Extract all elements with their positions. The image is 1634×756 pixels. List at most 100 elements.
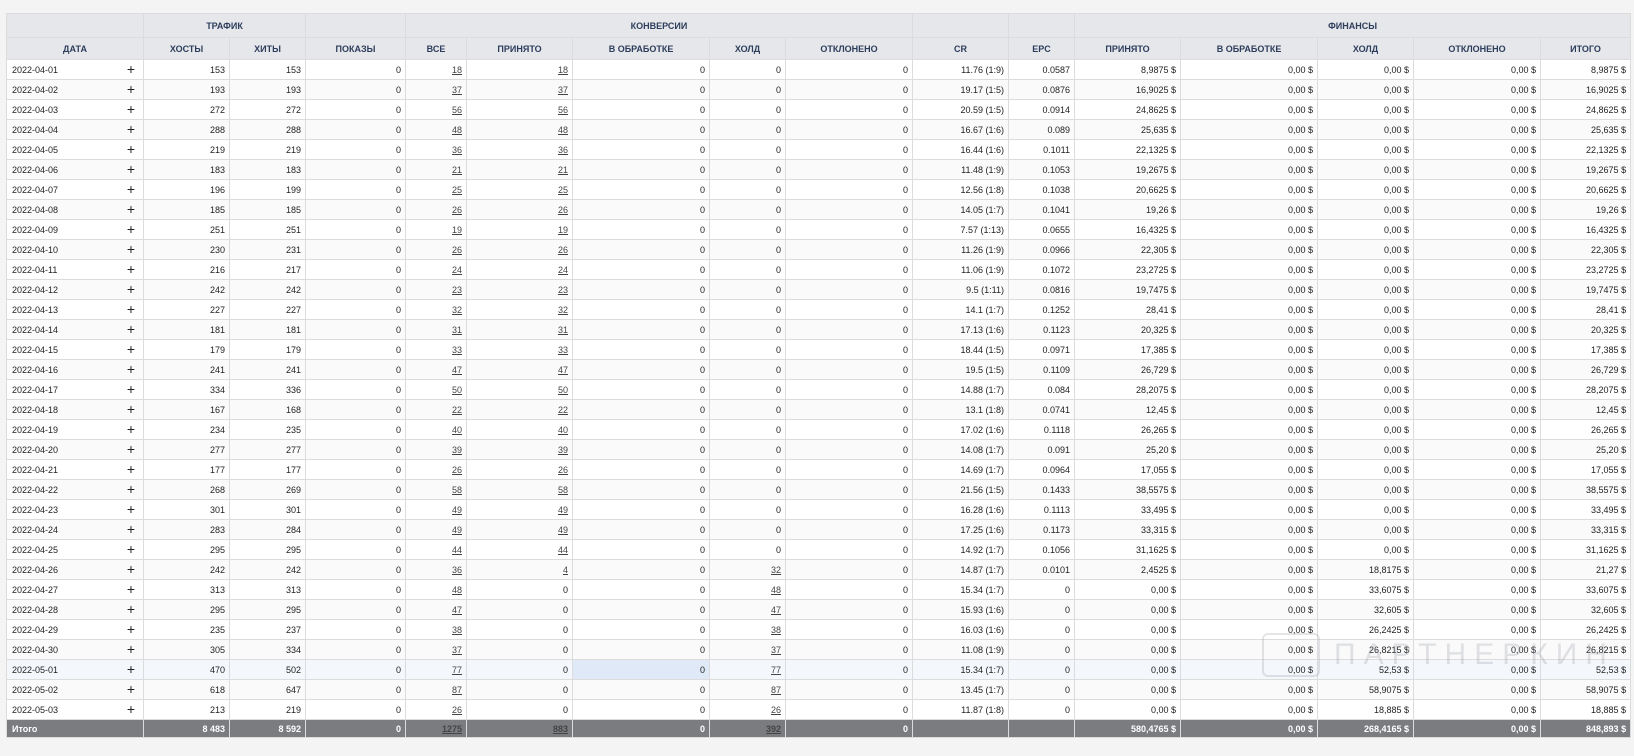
expand-row-icon[interactable]: + — [127, 122, 135, 136]
cell-conv-accepted[interactable]: 33 — [466, 339, 574, 360]
conversion-link[interactable]: 49 — [558, 505, 568, 515]
column-header-conv-accepted[interactable]: ПРИНЯТО — [466, 37, 574, 60]
cell-conv-all[interactable]: 37 — [405, 79, 468, 100]
cell-conv-accepted[interactable]: 56 — [466, 99, 574, 120]
column-header-conv-processing[interactable]: В ОБРАБОТКЕ — [572, 37, 711, 60]
conversion-link[interactable]: 33 — [558, 345, 568, 355]
cell-conv-all[interactable]: 48 — [405, 119, 468, 140]
cell-conv-all[interactable]: 23 — [405, 279, 468, 300]
conversion-link[interactable]: 49 — [452, 525, 462, 535]
cell-conv-accepted[interactable]: 22 — [466, 399, 574, 420]
conversion-link[interactable]: 36 — [558, 145, 568, 155]
conversion-link[interactable]: 22 — [558, 405, 568, 415]
expand-row-icon[interactable]: + — [127, 242, 135, 256]
conversion-link[interactable]: 58 — [452, 485, 462, 495]
expand-row-icon[interactable]: + — [127, 562, 135, 576]
conversion-link[interactable]: 19 — [452, 225, 462, 235]
conversion-link[interactable]: 36 — [452, 565, 462, 575]
conversion-link[interactable]: 36 — [452, 145, 462, 155]
cell-conv-hold[interactable]: 48 — [709, 579, 787, 600]
conversion-link[interactable]: 21 — [452, 165, 462, 175]
conversion-link[interactable]: 56 — [558, 105, 568, 115]
expand-row-icon[interactable]: + — [127, 702, 135, 716]
total-conv-accepted[interactable]: 883 — [466, 719, 574, 738]
conversion-link[interactable]: 38 — [771, 625, 781, 635]
conversion-link[interactable]: 25 — [452, 185, 462, 195]
conversion-link[interactable]: 87 — [452, 685, 462, 695]
conversion-link[interactable]: 18 — [558, 65, 568, 75]
expand-row-icon[interactable]: + — [127, 422, 135, 436]
expand-row-icon[interactable]: + — [127, 222, 135, 236]
cell-conv-accepted[interactable]: 19 — [466, 219, 574, 240]
conversion-link[interactable]: 26 — [452, 245, 462, 255]
expand-row-icon[interactable]: + — [127, 482, 135, 496]
expand-row-icon[interactable]: + — [127, 502, 135, 516]
expand-row-icon[interactable]: + — [127, 82, 135, 96]
cell-conv-all[interactable]: 24 — [405, 259, 468, 280]
cell-conv-accepted[interactable]: 18 — [466, 59, 574, 80]
expand-row-icon[interactable]: + — [127, 162, 135, 176]
conversion-link[interactable]: 31 — [452, 325, 462, 335]
column-header-conv-all[interactable]: ВСЕ — [405, 37, 468, 60]
cell-conv-accepted[interactable]: 39 — [466, 439, 574, 460]
cell-conv-accepted[interactable]: 26 — [466, 199, 574, 220]
expand-row-icon[interactable]: + — [127, 542, 135, 556]
conversion-link[interactable]: 39 — [452, 445, 462, 455]
expand-row-icon[interactable]: + — [127, 382, 135, 396]
cell-conv-accepted[interactable]: 36 — [466, 139, 574, 160]
total-link[interactable]: 1275 — [442, 724, 462, 734]
conversion-link[interactable]: 19 — [558, 225, 568, 235]
conversion-link[interactable]: 47 — [452, 365, 462, 375]
conversion-link[interactable]: 58 — [558, 485, 568, 495]
cell-conv-all[interactable]: 44 — [405, 539, 468, 560]
conversion-link[interactable]: 48 — [452, 125, 462, 135]
cell-conv-all[interactable]: 47 — [405, 359, 468, 380]
column-header-hosts[interactable]: ХОСТЫ — [143, 37, 230, 60]
conversion-link[interactable]: 87 — [771, 685, 781, 695]
cell-conv-hold[interactable]: 26 — [709, 699, 787, 720]
cell-conv-hold[interactable]: 38 — [709, 619, 787, 640]
column-header-conv-rejected[interactable]: ОТКЛОНЕНО — [785, 37, 914, 60]
expand-row-icon[interactable]: + — [127, 622, 135, 636]
expand-row-icon[interactable]: + — [127, 342, 135, 356]
column-header-impressions[interactable]: ПОКАЗЫ — [305, 37, 407, 60]
cell-conv-all[interactable]: 36 — [405, 559, 468, 580]
cell-conv-hold[interactable]: 32 — [709, 559, 787, 580]
conversion-link[interactable]: 21 — [558, 165, 568, 175]
conversion-link[interactable]: 23 — [452, 285, 462, 295]
cell-conv-accepted[interactable]: 47 — [466, 359, 574, 380]
total-conv-hold[interactable]: 392 — [709, 719, 787, 738]
conversion-link[interactable]: 32 — [771, 565, 781, 575]
conversion-link[interactable]: 33 — [452, 345, 462, 355]
conversion-link[interactable]: 77 — [452, 665, 462, 675]
expand-row-icon[interactable]: + — [127, 182, 135, 196]
conversion-link[interactable]: 37 — [452, 645, 462, 655]
conversion-link[interactable]: 26 — [558, 465, 568, 475]
conversion-link[interactable]: 26 — [771, 705, 781, 715]
column-header-fin-accepted[interactable]: ПРИНЯТО — [1074, 37, 1182, 60]
expand-row-icon[interactable]: + — [127, 282, 135, 296]
expand-row-icon[interactable]: + — [127, 142, 135, 156]
cell-conv-hold[interactable]: 37 — [709, 639, 787, 660]
conversion-link[interactable]: 24 — [452, 265, 462, 275]
cell-conv-all[interactable]: 49 — [405, 519, 468, 540]
cell-conv-all[interactable]: 22 — [405, 399, 468, 420]
expand-row-icon[interactable]: + — [127, 402, 135, 416]
conversion-link[interactable]: 38 — [452, 625, 462, 635]
cell-conv-all[interactable]: 37 — [405, 639, 468, 660]
cell-conv-accepted[interactable]: 24 — [466, 259, 574, 280]
cell-conv-accepted[interactable]: 21 — [466, 159, 574, 180]
expand-row-icon[interactable]: + — [127, 522, 135, 536]
cell-conv-all[interactable]: 47 — [405, 599, 468, 620]
column-header-date[interactable]: ДАТА — [6, 37, 144, 60]
conversion-link[interactable]: 48 — [558, 125, 568, 135]
conversion-link[interactable]: 22 — [452, 405, 462, 415]
column-header-conv-hold[interactable]: ХОЛД — [709, 37, 787, 60]
expand-row-icon[interactable]: + — [127, 362, 135, 376]
conversion-link[interactable]: 26 — [558, 205, 568, 215]
cell-conv-accepted[interactable]: 49 — [466, 519, 574, 540]
total-link[interactable]: 883 — [553, 724, 568, 734]
cell-conv-all[interactable]: 26 — [405, 239, 468, 260]
conversion-link[interactable]: 37 — [558, 85, 568, 95]
conversion-link[interactable]: 50 — [452, 385, 462, 395]
